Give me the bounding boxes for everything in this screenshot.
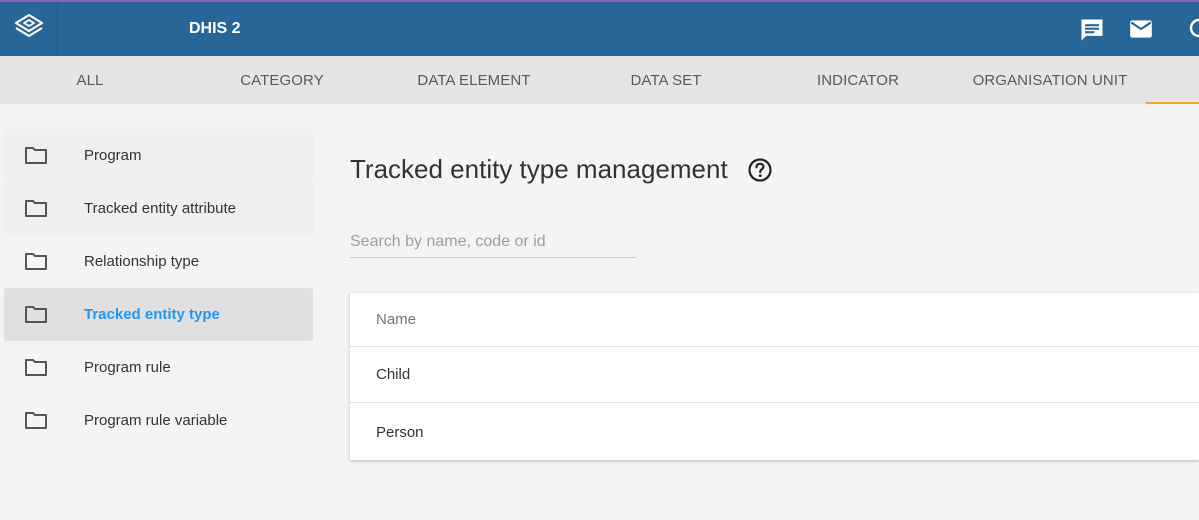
app-title: DHIS 2 [189,20,241,37]
apps-menu-button[interactable] [0,2,58,56]
folder-icon [24,251,48,276]
app-header: DHIS 2 [0,0,1199,56]
sidebar-item-label: Relationship type [84,253,200,270]
section-tab-bar: ALL CATEGORY DATA ELEMENT DATA SET INDIC… [0,56,1199,104]
tab-organisation-unit[interactable]: ORGANISATION UNIT [954,56,1146,104]
tab-category[interactable]: CATEGORY [186,56,378,104]
table-header-name[interactable]: Name [350,293,1199,347]
folder-icon [24,357,48,382]
folder-icon [24,198,48,223]
page-title: Tracked entity type management [350,154,728,184]
profile-icon[interactable] [1188,18,1199,45]
folder-icon [24,304,48,329]
folder-icon [24,145,48,170]
dhis2-logo-icon [14,13,44,46]
tab-indicator[interactable]: INDICATOR [762,56,954,104]
tab-all[interactable]: ALL [0,56,186,104]
search-input[interactable] [350,227,636,258]
folder-icon [24,410,48,435]
sidebar: Program Tracked entity attribute Relatio… [4,129,313,447]
table-row[interactable]: Child [350,347,1199,403]
tracked-entity-type-table: Name Child Person [350,293,1199,460]
table-row[interactable]: Person [350,404,1199,460]
tab-data-set[interactable]: DATA SET [570,56,762,104]
tab-data-element[interactable]: DATA ELEMENT [378,56,570,104]
mail-icon[interactable] [1128,16,1154,47]
active-tab-indicator [1146,102,1199,104]
help-icon[interactable] [747,157,773,188]
sidebar-item-tracked-entity-type[interactable]: Tracked entity type [4,288,313,341]
sidebar-item-program-rule-variable[interactable]: Program rule variable [4,394,313,447]
sidebar-item-relationship-type[interactable]: Relationship type [4,235,313,288]
sidebar-item-label: Program [84,147,142,164]
sidebar-item-tracked-entity-attribute[interactable]: Tracked entity attribute [4,182,313,235]
message-icon[interactable] [1078,16,1106,49]
sidebar-item-program[interactable]: Program [4,129,313,182]
sidebar-item-program-rule[interactable]: Program rule [4,341,313,394]
sidebar-item-label: Program rule [84,359,171,376]
sidebar-item-label: Tracked entity attribute [84,200,237,217]
sidebar-item-label: Tracked entity type [84,306,220,323]
sidebar-item-label: Program rule variable [84,412,228,429]
